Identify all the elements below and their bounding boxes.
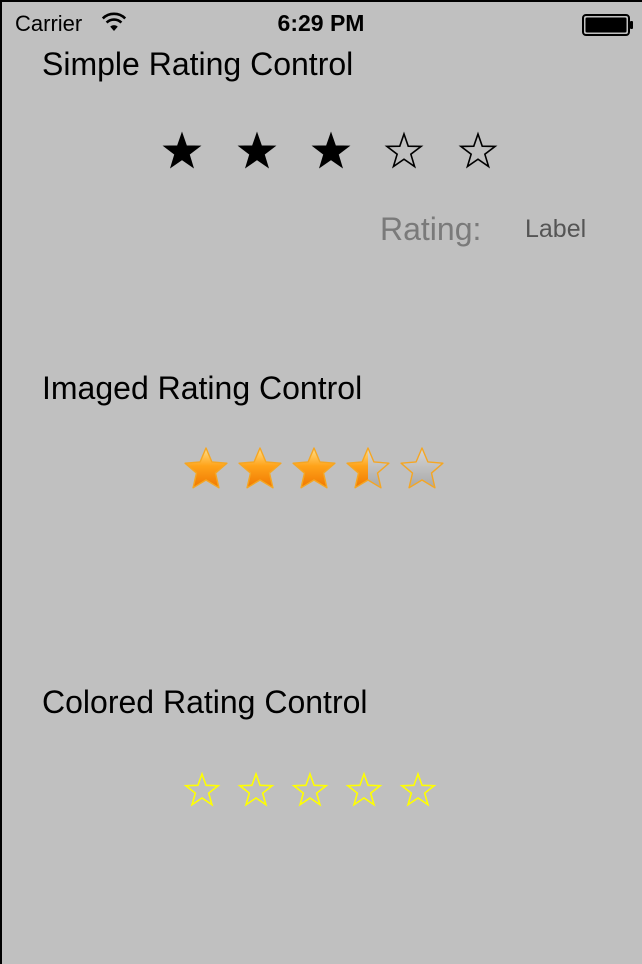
imaged-rating-star-1[interactable] — [182, 445, 230, 493]
simple-rating-star-2[interactable] — [237, 131, 277, 171]
frame-left-border — [0, 0, 2, 964]
status-time: 6:29 PM — [277, 10, 365, 36]
simple-rating-star-4[interactable] — [384, 131, 424, 171]
colored-rating-star-2[interactable] — [237, 771, 275, 809]
imaged-rating-star-3[interactable] — [290, 445, 338, 493]
imaged-rating-star-5[interactable] — [398, 445, 446, 493]
colored-rating-star-3[interactable] — [291, 771, 329, 809]
rating-caption-label: Rating: — [380, 211, 482, 247]
simple-rating-star-5[interactable] — [458, 131, 498, 171]
colored-rating-star-4[interactable] — [345, 771, 383, 809]
simple-rating-star-1[interactable] — [162, 131, 202, 171]
imaged-rating-title: Imaged Rating Control — [42, 370, 363, 406]
battery-icon — [582, 14, 633, 36]
imaged-rating-star-4[interactable] — [344, 445, 392, 493]
imaged-rating-star-2[interactable] — [236, 445, 284, 493]
colored-rating-star-5[interactable] — [399, 771, 437, 809]
colored-rating-title: Colored Rating Control — [42, 684, 368, 720]
status-bar: Carrier 6:29 PM — [0, 0, 642, 48]
rating-value-label: Label — [525, 215, 587, 243]
colored-rating-star-1[interactable] — [183, 771, 221, 809]
simple-rating-star-3[interactable] — [311, 131, 351, 171]
simple-rating-title: Simple Rating Control — [42, 46, 354, 82]
